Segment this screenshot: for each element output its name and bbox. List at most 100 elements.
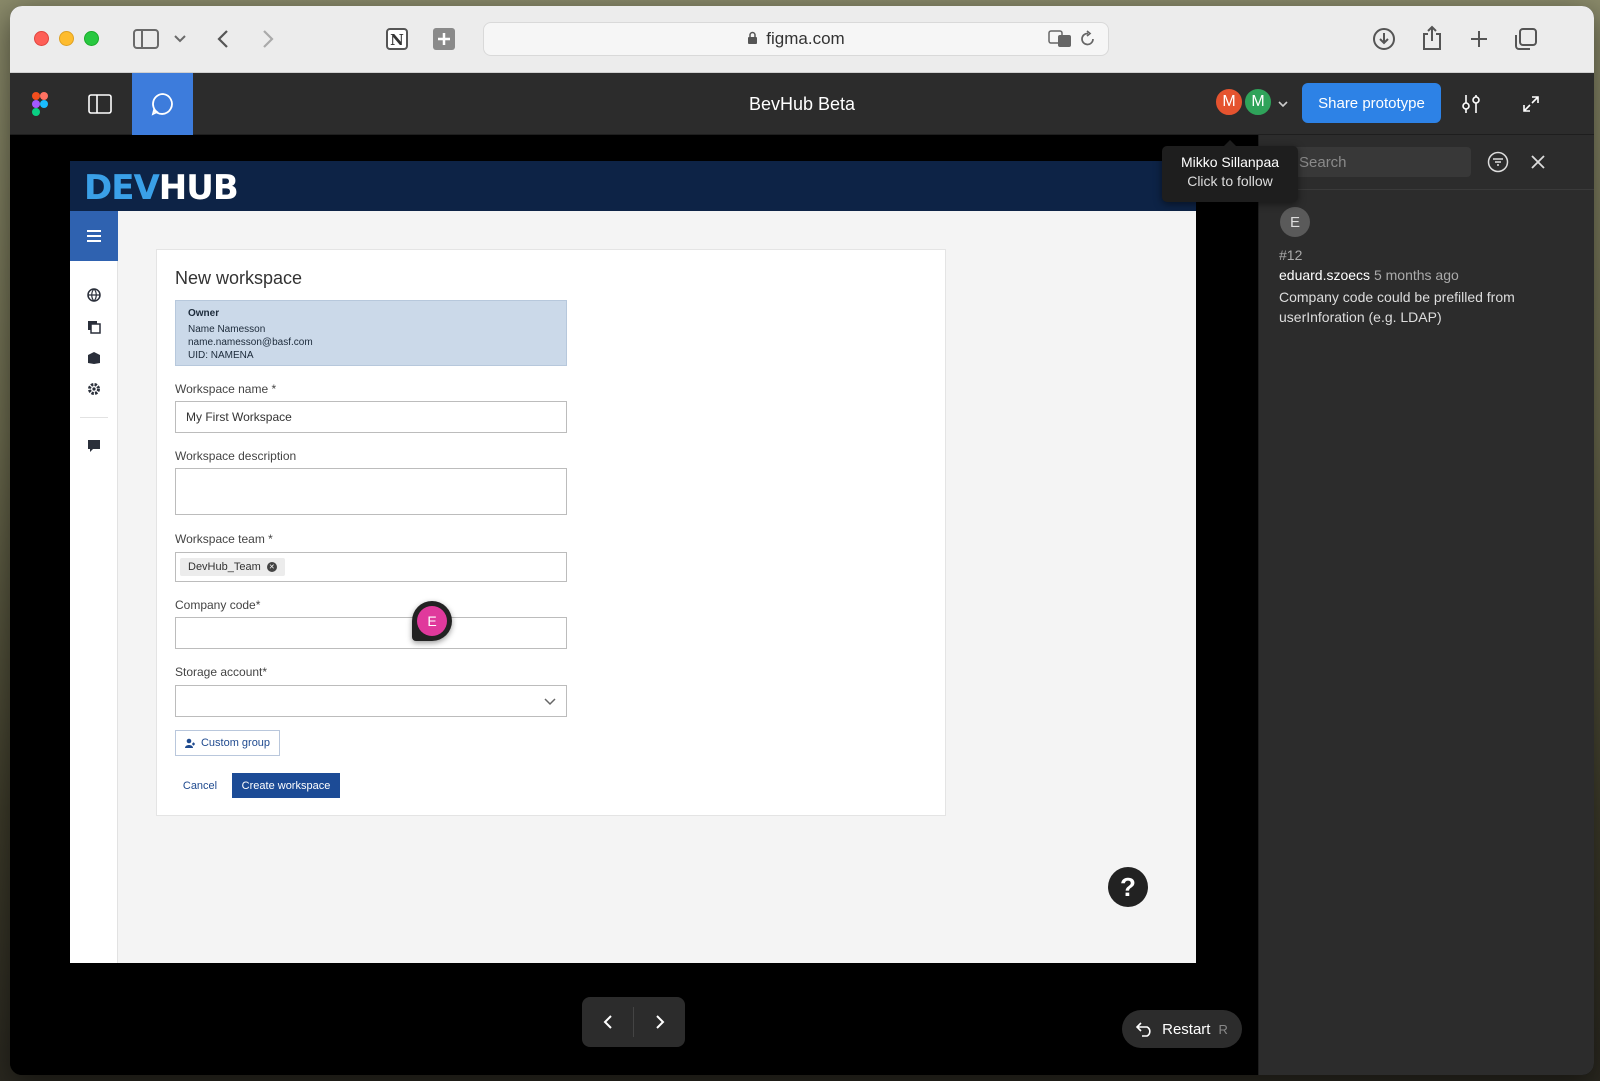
forward-icon[interactable] [257,26,279,52]
avatar-initial: M [1222,93,1236,110]
next-frame-button[interactable] [634,997,685,1047]
team-chip-label: DevHub_Team [188,561,261,573]
workspace-team-input[interactable]: DevHub_Team ✕ [175,552,567,582]
figma-logo-icon[interactable] [28,91,52,117]
comment-time: 5 months ago [1373,267,1459,283]
comments-search-input[interactable]: Search [1289,147,1471,177]
gear-icon[interactable] [84,379,104,399]
comment-pin[interactable]: E [412,601,452,641]
filter-icon[interactable] [1485,149,1511,175]
company-code-input[interactable] [175,617,567,649]
chevron-left-icon [603,1015,612,1029]
workspace-name-value: My First Workspace [186,410,292,424]
previous-frame-button[interactable] [582,997,633,1047]
address-bar[interactable]: figma.com [483,22,1109,56]
comment-author: eduard.szoecs [1279,267,1371,283]
browser-toolbar: N figma.com [10,6,1594,73]
comment-mode-button[interactable] [132,73,193,135]
user-group-icon [184,738,195,748]
new-tab-icon[interactable] [1466,26,1492,52]
fullscreen-icon[interactable] [1518,91,1544,117]
custom-group-button[interactable]: Custom group [175,730,280,756]
workspace-description-input[interactable] [175,468,567,515]
chevron-down-icon[interactable] [1276,97,1290,111]
storage-account-label: Storage account* [175,665,268,679]
restart-shortcut: R [1218,1021,1228,1037]
search-placeholder: Search [1299,153,1347,171]
close-icon[interactable] [1525,149,1551,175]
url-text: figma.com [766,29,845,48]
lock-icon [747,31,758,48]
zoom-window-button[interactable] [84,31,99,46]
comment-meta: eduard.szoecs 5 months ago [1279,267,1459,283]
page-navigation [582,997,685,1047]
add-extension-icon[interactable] [431,26,457,52]
panel-divider [1259,189,1594,190]
devhub-header: DEVHUB [70,161,1196,211]
figma-toolbar: BevHub Beta M M Share prototype [10,73,1594,135]
avatar-mikko[interactable]: M [1214,87,1244,117]
avatar-initial: M [1251,93,1265,110]
panel-toggle-icon[interactable] [86,91,114,117]
workspace-team-label: Workspace team * [175,532,273,546]
create-workspace-button[interactable]: Create workspace [232,773,340,798]
nav-divider [80,417,108,418]
prototype-canvas: DEVHUB New workspace Owner Name Namesson… [10,135,1258,1075]
workspace-name-label: Workspace name * [175,382,277,396]
translate-icon[interactable] [1048,30,1072,52]
prototype-frame: DEVHUB New workspace Owner Name Namesson… [70,161,1196,963]
downloads-icon[interactable] [1371,26,1397,52]
workspace-description-label: Workspace description [175,449,297,463]
copy-icon[interactable] [84,317,104,337]
restart-icon [1136,1022,1151,1037]
workspace-name-input[interactable]: My First Workspace [175,401,567,433]
notion-extension-icon[interactable]: N [384,26,410,52]
tooltip-hint: Click to follow [1187,173,1273,189]
comment-avatar: E [1280,207,1310,237]
chevron-right-icon [655,1015,664,1029]
comment-body: Company code could be prefilled from use… [1279,289,1515,325]
hamburger-icon [87,230,101,242]
svg-text:N: N [390,31,404,49]
logo-hub-text: HUB [158,168,239,208]
menu-button[interactable] [70,211,118,261]
form-title: New workspace [175,268,303,288]
owner-info: Owner Name Namesson name.namesson@basf.c… [175,300,567,366]
chevron-down-icon[interactable] [172,30,188,48]
side-nav [70,211,118,963]
help-button[interactable]: ? [1108,867,1148,907]
chevron-down-icon [544,695,556,709]
tab-overview-icon[interactable] [1513,26,1539,52]
team-chip: DevHub_Team ✕ [180,558,285,576]
help-chat-icon[interactable] [84,436,104,456]
remove-chip-icon[interactable]: ✕ [266,562,277,572]
comments-panel: Search E #12 eduard.szoecs 5 months ago … [1258,135,1594,1075]
owner-uid: UID: NAMENA [188,350,254,361]
workspace-icon[interactable] [84,348,104,368]
share-icon[interactable] [1419,24,1445,52]
cancel-button[interactable]: Cancel [175,774,225,798]
sidebar-toggle-icon[interactable] [132,26,160,52]
settings-sliders-icon[interactable] [1458,91,1484,117]
restart-button[interactable]: Restart R [1122,1010,1242,1048]
globe-icon[interactable] [84,285,104,305]
back-icon[interactable] [212,26,234,52]
restart-label: Restart [1162,1020,1211,1038]
avatar-second-user[interactable]: M [1243,87,1273,117]
minimize-window-button[interactable] [59,31,74,46]
devhub-logo[interactable]: DEVHUB [84,168,239,208]
comment-pin-avatar: E [417,606,447,636]
follow-tooltip: Mikko Sillanpaa Click to follow [1162,140,1298,202]
comment-icon [151,93,173,116]
owner-email: name.namesson@basf.com [188,337,313,348]
share-prototype-button[interactable]: Share prototype [1302,83,1441,123]
logo-dev-text: DEV [84,168,160,208]
owner-label: Owner [188,308,220,319]
browser-window: N figma.com BevHub Beta M M Share protot… [10,6,1594,1075]
close-window-button[interactable] [34,31,49,46]
reload-icon[interactable] [1080,30,1096,52]
storage-account-select[interactable] [175,685,567,717]
custom-group-label: Custom group [200,737,271,749]
tooltip-name: Mikko Sillanpaa [1180,154,1280,170]
comment-number: #12 [1279,247,1303,263]
